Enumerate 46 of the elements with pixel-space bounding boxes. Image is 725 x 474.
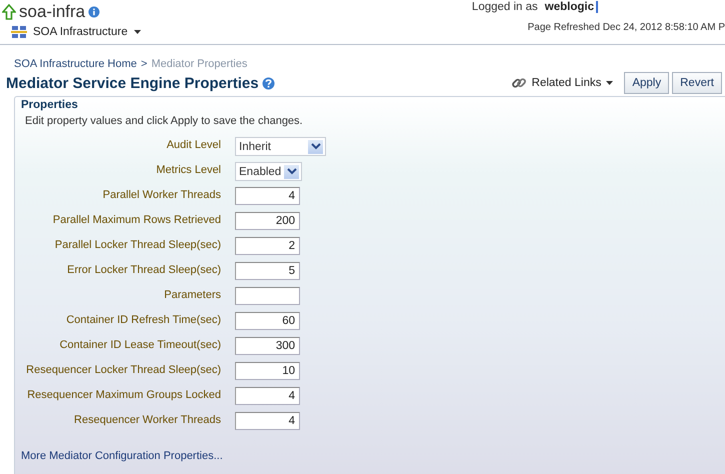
breadcrumb-link[interactable]: SOA Infrastructure Home <box>14 58 137 70</box>
field-label: Parameters <box>163 288 221 303</box>
input-field[interactable]: 300 <box>235 337 300 355</box>
current-page-label: Mediator Properties <box>151 58 248 70</box>
input-field[interactable]: 2 <box>235 237 300 255</box>
field-label: Audit Level <box>166 138 221 153</box>
chevron-down-icon <box>308 140 323 154</box>
input-field[interactable]: 60 <box>235 312 300 330</box>
chevron-down-icon <box>284 164 299 178</box>
input-field[interactable]: 4 <box>235 387 300 405</box>
field-label: Resequencer Maximum Groups Locked <box>26 388 221 403</box>
input-field[interactable]: 4 <box>235 412 300 430</box>
input-field[interactable]: 4 <box>235 187 300 205</box>
user-link[interactable]: weblogic <box>544 1 598 13</box>
more-properties-link[interactable]: More Mediator Configuration Properties... <box>21 450 223 462</box>
revert-button[interactable]: Revert <box>672 72 722 94</box>
input-field[interactable]: 10 <box>235 362 300 380</box>
breadcrumb-separator: > <box>140 58 148 70</box>
field-label: Parallel Worker Threads <box>102 188 221 203</box>
field-label: Error Locker Thread Sleep(sec) <box>66 263 221 278</box>
cluster-icon <box>11 25 27 39</box>
target-menu[interactable]: SOA Infrastructure <box>2 22 141 39</box>
input-field[interactable]: 5 <box>235 262 300 280</box>
apply-button[interactable]: Apply <box>624 72 670 94</box>
related-links-menu[interactable]: Related Links <box>504 74 620 92</box>
field-label: Metrics Level <box>155 163 221 178</box>
field-label: Resequencer Locker Thread Sleep(sec) <box>25 363 221 378</box>
instructions-text: Edit property values and click Apply to save the changes. <box>25 115 304 127</box>
field-label: Parallel Locker Thread Sleep(sec) <box>54 238 221 253</box>
caret-icon <box>606 81 614 85</box>
help-icon[interactable] <box>262 76 275 90</box>
section-title: Properties <box>21 99 79 111</box>
info-icon[interactable] <box>88 6 100 18</box>
field-label: Container ID Refresh Time(sec) <box>65 313 221 328</box>
field-label: Resequencer Worker Threads <box>73 413 221 428</box>
input-field[interactable]: 200 <box>235 212 300 230</box>
page-title: Mediator Service Engine Properties <box>6 74 259 92</box>
dropdown-field[interactable]: Enabled <box>235 162 302 181</box>
target-title: soa-infra <box>19 2 86 22</box>
input-field[interactable] <box>235 287 300 305</box>
login-label: Logged in as <box>472 1 538 13</box>
page-refreshed-text: Page Refreshed Dec 24, 2012 8:58:10 AM P <box>528 22 725 33</box>
field-label: Parallel Maximum Rows Retrieved <box>52 213 221 228</box>
field-label: Container ID Lease Timeout(sec) <box>58 338 221 353</box>
dropdown-field[interactable]: Inherit <box>235 137 326 156</box>
caret-icon <box>134 30 141 34</box>
